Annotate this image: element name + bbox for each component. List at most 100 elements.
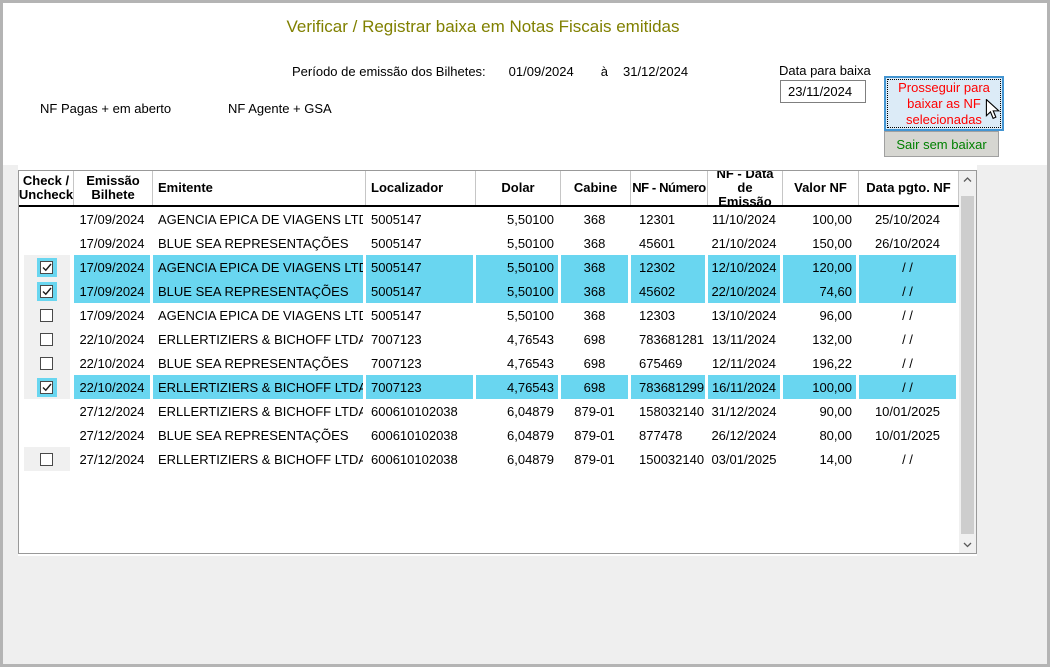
checkbox-cell: [19, 447, 74, 471]
table-cell: 132,00: [783, 327, 859, 351]
checkbox-highlight: [37, 282, 57, 301]
table-row[interactable]: 17/09/2024BLUE SEA REPRESENTAÇÕES5005147…: [19, 231, 959, 255]
payoff-date-input[interactable]: [780, 80, 866, 103]
column-header[interactable]: Data pgto. NF: [859, 171, 959, 205]
table-cell: 368: [561, 207, 631, 231]
table-cell: 5005147: [366, 255, 476, 279]
row-checkbox[interactable]: [40, 261, 53, 274]
table-cell: 196,22: [783, 351, 859, 375]
row-checkbox[interactable]: [40, 285, 53, 298]
proceed-button-label: Prosseguir para baixar as NF selecionada…: [887, 79, 1001, 128]
column-header[interactable]: Check / Uncheck: [19, 171, 74, 205]
table-row[interactable]: 27/12/2024BLUE SEA REPRESENTAÇÕES6006101…: [19, 423, 959, 447]
column-header[interactable]: Emissão Bilhete: [74, 171, 153, 205]
table-cell: 783681299: [631, 375, 708, 399]
table-header-row: Check / UncheckEmissão BilheteEmitenteLo…: [19, 171, 959, 207]
table-row[interactable]: 22/10/2024ERLLERTIZIERS & BICHOFF LTDA.7…: [19, 327, 959, 351]
row-checkbox[interactable]: [40, 453, 53, 466]
checkbox-cell: [19, 207, 74, 231]
table-row[interactable]: 17/09/2024BLUE SEA REPRESENTAÇÕES5005147…: [19, 279, 959, 303]
table-cell: 1580321401: [631, 399, 708, 423]
payoff-date-label: Data para baixa: [779, 63, 871, 78]
table-cell: 11/10/2024: [708, 207, 783, 231]
table-cell: 22/10/2024: [708, 279, 783, 303]
row-checkbox[interactable]: [40, 309, 53, 322]
checkbox-strip: [24, 327, 70, 351]
table-cell: 90,00: [783, 399, 859, 423]
table-row[interactable]: 17/09/2024AGENCIA EPICA DE VIAGENS LTDA.…: [19, 303, 959, 327]
table-cell: 74,60: [783, 279, 859, 303]
table-cell: / /: [859, 447, 959, 471]
table-cell: 27/12/2024: [74, 399, 153, 423]
table-cell: 6,04879: [476, 399, 561, 423]
option-nf-agente-label[interactable]: NF Agente + GSA: [228, 101, 332, 116]
checkbox-strip: [24, 279, 70, 303]
table-cell: 31/12/2024: [708, 399, 783, 423]
table-cell: 7007123: [366, 375, 476, 399]
table-cell: 10/01/2025: [859, 399, 959, 423]
table-row[interactable]: 17/09/2024AGENCIA EPICA DE VIAGENS LTDA.…: [19, 255, 959, 279]
column-header[interactable]: Dolar: [476, 171, 561, 205]
table-cell: 22/10/2024: [74, 375, 153, 399]
checkbox-cell: [19, 351, 74, 375]
checkbox-strip: [24, 303, 70, 327]
table-cell: AGENCIA EPICA DE VIAGENS LTDA.: [153, 207, 366, 231]
column-header[interactable]: Valor NF: [783, 171, 859, 205]
invoices-table: Check / UncheckEmissão BilheteEmitenteLo…: [18, 170, 977, 554]
table-row[interactable]: 17/09/2024AGENCIA EPICA DE VIAGENS LTDA.…: [19, 207, 959, 231]
table-cell: 675469: [631, 351, 708, 375]
table-cell: 16/11/2024: [708, 375, 783, 399]
table-cell: 7007123: [366, 351, 476, 375]
row-checkbox[interactable]: [40, 381, 53, 394]
table-cell: 27/12/2024: [74, 423, 153, 447]
table-row[interactable]: 22/10/2024BLUE SEA REPRESENTAÇÕES7007123…: [19, 351, 959, 375]
app-window: Verificar / Registrar baixa em Notas Fis…: [0, 0, 1050, 667]
column-header[interactable]: Emitente: [153, 171, 366, 205]
table-cell: 12303: [631, 303, 708, 327]
table-cell: 7007123: [366, 327, 476, 351]
table-cell: AGENCIA EPICA DE VIAGENS LTDA.: [153, 303, 366, 327]
column-header[interactable]: Cabine: [561, 171, 631, 205]
table-row[interactable]: 27/12/2024ERLLERTIZIERS & BICHOFF LTDA. 6…: [19, 399, 959, 423]
option-nf-pagas-label[interactable]: NF Pagas + em aberto: [40, 101, 171, 116]
proceed-button[interactable]: Prosseguir para baixar as NF selecionada…: [884, 76, 1004, 131]
right-gutter: [977, 165, 1047, 556]
table-cell: 600610102038: [366, 423, 476, 447]
table-cell: ERLLERTIZIERS & BICHOFF LTDA.: [153, 447, 366, 471]
column-header[interactable]: NF - Data de Emissão: [708, 171, 783, 205]
row-checkbox[interactable]: [40, 333, 53, 346]
table-cell: 5005147: [366, 279, 476, 303]
table-cell: / /: [859, 375, 959, 399]
table-cell: 13/10/2024: [708, 303, 783, 327]
table-cell: 4,76543: [476, 351, 561, 375]
table-cell: / /: [859, 279, 959, 303]
vertical-scrollbar[interactable]: [959, 171, 976, 553]
table-cell: 120,00: [783, 255, 859, 279]
table-cell: 03/01/2025: [708, 447, 783, 471]
exit-button[interactable]: Sair sem baixar: [884, 131, 999, 157]
scrollbar-thumb[interactable]: [961, 196, 974, 534]
table-cell: 368: [561, 279, 631, 303]
period-start-date: 01/09/2024: [509, 64, 574, 79]
table-cell: 17/09/2024: [74, 303, 153, 327]
table-cell: 698: [561, 375, 631, 399]
table-cell: 17/09/2024: [74, 231, 153, 255]
table-cell: 5005147: [366, 207, 476, 231]
invoices-table-body: Check / UncheckEmissão BilheteEmitenteLo…: [19, 171, 959, 553]
table-cell: 698: [561, 327, 631, 351]
table-cell: ERLLERTIZIERS & BICHOFF LTDA.: [153, 399, 366, 423]
table-row[interactable]: 22/10/2024ERLLERTIZIERS & BICHOFF LTDA.7…: [19, 375, 959, 399]
column-header[interactable]: NF - Número: [631, 171, 708, 205]
table-cell: / /: [859, 303, 959, 327]
scroll-down-icon[interactable]: [959, 536, 976, 553]
scroll-up-icon[interactable]: [959, 171, 976, 188]
checkbox-cell: [19, 327, 74, 351]
period-row: Período de emissão dos Bilhetes:01/09/20…: [292, 64, 688, 79]
table-cell: 26/10/2024: [859, 231, 959, 255]
table-cell: BLUE SEA REPRESENTAÇÕES: [153, 423, 366, 447]
row-checkbox[interactable]: [40, 357, 53, 370]
table-cell: 5005147: [366, 303, 476, 327]
table-row[interactable]: 27/12/2024ERLLERTIZIERS & BICHOFF LTDA.6…: [19, 447, 959, 471]
table-cell: ERLLERTIZIERS & BICHOFF LTDA.: [153, 375, 366, 399]
column-header[interactable]: Localizador: [366, 171, 476, 205]
